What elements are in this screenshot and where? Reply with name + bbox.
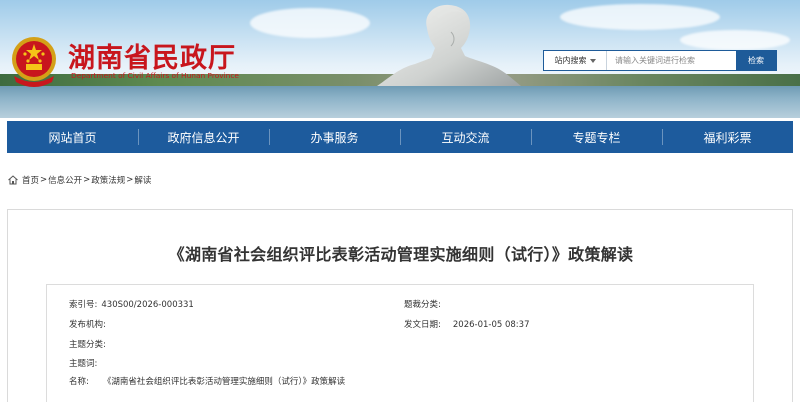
- banner-cloud: [560, 4, 720, 30]
- search-scope-select[interactable]: 站内搜索: [544, 51, 607, 70]
- breadcrumb-separator: >: [126, 175, 134, 185]
- breadcrumb: 首页 > 信息公开 > 政策法规 > 解读: [7, 172, 151, 188]
- search-input[interactable]: [607, 51, 736, 70]
- article-panel: 《湖南省社会组织评比表彰活动管理实施细则（试行）》政策解读 索引号: 430S00…: [7, 209, 793, 402]
- meta-name-label: 名称:: [69, 377, 89, 387]
- meta-index-value: 430S00/2026-000331: [101, 300, 194, 310]
- nav-item-home[interactable]: 网站首页: [7, 121, 138, 153]
- nav-item-interaction[interactable]: 互动交流: [400, 121, 531, 153]
- meta-index: 索引号: 430S00/2026-000331: [69, 298, 194, 310]
- meta-publisher-label: 发布机构:: [69, 320, 106, 330]
- breadcrumb-home[interactable]: 首页: [22, 174, 39, 186]
- nav-item-special-topics[interactable]: 专题专栏: [531, 121, 662, 153]
- main-nav: 网站首页 政府信息公开 办事服务 互动交流 专题专栏 福利彩票: [7, 121, 793, 153]
- meta-date: 发文日期: 2026-01-05 08:37: [404, 318, 529, 330]
- meta-category: 题裁分类:: [404, 298, 445, 310]
- nav-item-services[interactable]: 办事服务: [269, 121, 400, 153]
- breadcrumb-separator: >: [83, 175, 91, 185]
- meta-keywords: 主题词:: [69, 357, 101, 369]
- site-logo-subtitle: Department of Civil Affairs of Hunan Pro…: [71, 71, 239, 80]
- home-icon[interactable]: [7, 174, 19, 186]
- meta-subject: 主题分类:: [69, 338, 110, 350]
- article-meta-table: 索引号: 430S00/2026-000331 题裁分类: 发布机构: 发文日期:…: [46, 284, 754, 402]
- statue-icon: [377, 4, 521, 86]
- banner-water: [0, 86, 800, 118]
- national-emblem-icon: [12, 37, 56, 87]
- meta-name: 名称: 《湖南省社会组织评比表彰活动管理实施细则（试行）》政策解读: [69, 375, 345, 387]
- meta-index-label: 索引号:: [69, 300, 98, 310]
- meta-date-value: 2026-01-05 08:37: [452, 320, 530, 330]
- chevron-down-icon: [589, 58, 596, 63]
- meta-keywords-label: 主题词:: [69, 359, 98, 369]
- search-button[interactable]: 检索: [736, 51, 776, 70]
- banner-cloud: [680, 30, 790, 50]
- meta-subject-label: 主题分类:: [69, 340, 106, 350]
- breadcrumb-policies[interactable]: 政策法规: [91, 174, 125, 186]
- meta-name-value: 《湖南省社会组织评比表彰活动管理实施细则（试行）》政策解读: [102, 377, 346, 387]
- search-scope-label: 站内搜索: [554, 56, 587, 65]
- nav-item-welfare-lottery[interactable]: 福利彩票: [662, 121, 793, 153]
- meta-category-label: 题裁分类:: [404, 300, 441, 310]
- breadcrumb-separator: >: [40, 175, 48, 185]
- site-logo-title[interactable]: 湖南省民政厅: [68, 36, 236, 75]
- header-banner: 湖南省民政厅 Department of Civil Affairs of Hu…: [0, 0, 800, 118]
- meta-publisher: 发布机构:: [69, 318, 110, 330]
- banner-cloud: [250, 8, 370, 38]
- search-bar: 站内搜索 检索: [543, 50, 777, 71]
- breadcrumb-interpretation[interactable]: 解读: [134, 174, 151, 186]
- nav-item-gov-info[interactable]: 政府信息公开: [138, 121, 269, 153]
- meta-date-label: 发文日期:: [404, 320, 441, 330]
- article-title: 《湖南省社会组织评比表彰活动管理实施细则（试行）》政策解读: [168, 245, 634, 264]
- breadcrumb-info-disclosure[interactable]: 信息公开: [48, 174, 82, 186]
